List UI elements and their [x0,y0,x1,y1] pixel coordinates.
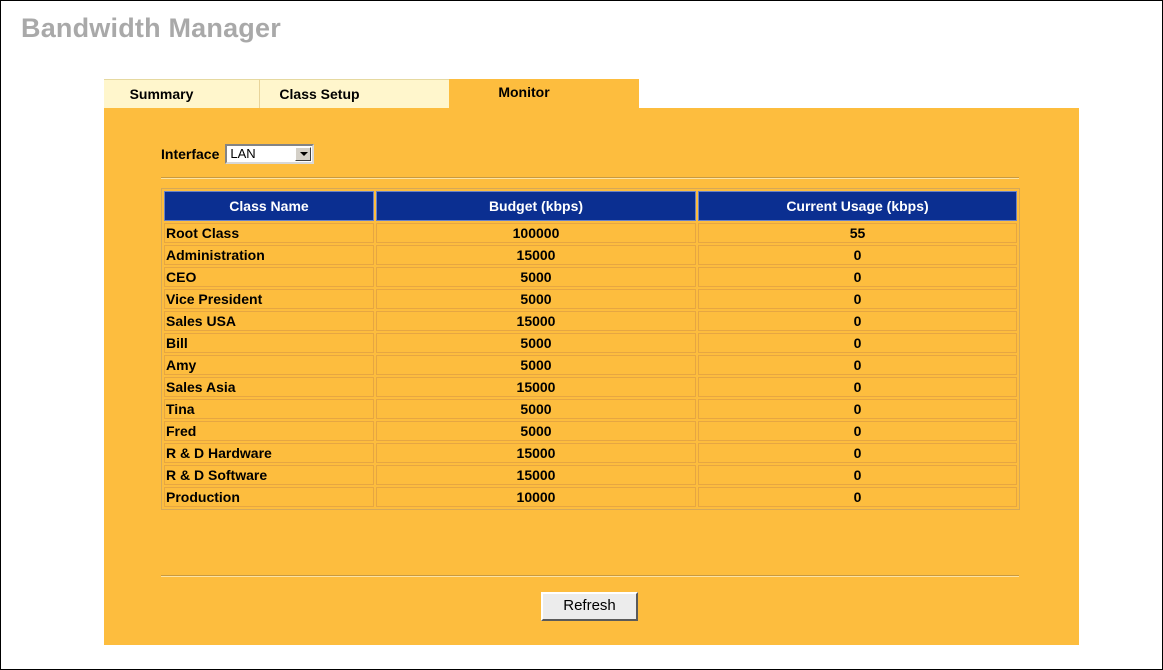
interface-label: Interface [161,146,220,162]
cell-budget: 5000 [376,267,696,287]
refresh-button[interactable]: Refresh [541,592,638,621]
cell-class-name: CEO [164,267,374,287]
divider [161,177,1019,179]
cell-class-name: Root Class [164,223,374,243]
cell-current-usage: 0 [698,487,1017,507]
cell-budget: 10000 [376,487,696,507]
tab-monitor[interactable]: Monitor [449,79,639,108]
table-row: Sales USA 15000 0 [164,311,1017,331]
cell-budget: 5000 [376,421,696,441]
table-row: Tina 5000 0 [164,399,1017,419]
cell-budget: 5000 [376,399,696,419]
tab-class-setup-label: Class Setup [279,86,360,102]
dropdown-arrow-icon[interactable] [295,147,312,161]
interface-select-value: LAN [230,146,256,161]
monitor-panel: Interface LAN Class Name Budget (kbps) C… [104,108,1079,645]
table-row: Administration 15000 0 [164,245,1017,265]
cell-class-name: Fred [164,421,374,441]
cell-budget: 5000 [376,333,696,353]
cell-class-name: Sales Asia [164,377,374,397]
cell-current-usage: 0 [698,421,1017,441]
table-row: CEO 5000 0 [164,267,1017,287]
table-row: R & D Software 15000 0 [164,465,1017,485]
column-header-class-name: Class Name [164,191,374,221]
cell-class-name: R & D Software [164,465,374,485]
cell-budget: 5000 [376,289,696,309]
cell-class-name: R & D Hardware [164,443,374,463]
cell-class-name: Production [164,487,374,507]
cell-class-name: Amy [164,355,374,375]
window-frame: Bandwidth Manager Summary Class Setup Mo… [0,0,1163,670]
cell-current-usage: 0 [698,245,1017,265]
interface-row: Interface LAN [161,144,315,164]
tab-class-setup[interactable]: Class Setup [259,79,449,108]
tab-summary[interactable]: Summary [104,79,259,108]
table-row: Fred 5000 0 [164,421,1017,441]
cell-current-usage: 0 [698,443,1017,463]
cell-class-name: Bill [164,333,374,353]
table-row: R & D Hardware 15000 0 [164,443,1017,463]
cell-budget: 15000 [376,465,696,485]
table-row: Sales Asia 15000 0 [164,377,1017,397]
cell-budget: 15000 [376,311,696,331]
cell-class-name: Administration [164,245,374,265]
column-header-current-usage: Current Usage (kbps) [698,191,1017,221]
cell-current-usage: 0 [698,399,1017,419]
cell-current-usage: 0 [698,333,1017,353]
cell-class-name: Tina [164,399,374,419]
cell-current-usage: 0 [698,289,1017,309]
column-header-budget: Budget (kbps) [376,191,696,221]
cell-current-usage: 0 [698,465,1017,485]
cell-class-name: Vice President [164,289,374,309]
cell-current-usage: 0 [698,311,1017,331]
cell-class-name: Sales USA [164,311,374,331]
cell-current-usage: 0 [698,267,1017,287]
table-row: Amy 5000 0 [164,355,1017,375]
table-row: Bill 5000 0 [164,333,1017,353]
table-row: Vice President 5000 0 [164,289,1017,309]
cell-budget: 5000 [376,355,696,375]
table-header-row: Class Name Budget (kbps) Current Usage (… [164,191,1017,221]
cell-current-usage: 55 [698,223,1017,243]
tab-summary-label: Summary [129,86,194,102]
table-row: Root Class 100000 55 [164,223,1017,243]
interface-select[interactable]: LAN [225,144,315,164]
divider [161,575,1019,577]
cell-budget: 15000 [376,443,696,463]
cell-budget: 100000 [376,223,696,243]
cell-current-usage: 0 [698,355,1017,375]
cell-current-usage: 0 [698,377,1017,397]
tab-monitor-label: Monitor [498,84,550,100]
page-title: Bandwidth Manager [21,13,281,43]
cell-budget: 15000 [376,245,696,265]
table-row: Production 10000 0 [164,487,1017,507]
cell-budget: 15000 [376,377,696,397]
bandwidth-table: Class Name Budget (kbps) Current Usage (… [161,188,1020,510]
